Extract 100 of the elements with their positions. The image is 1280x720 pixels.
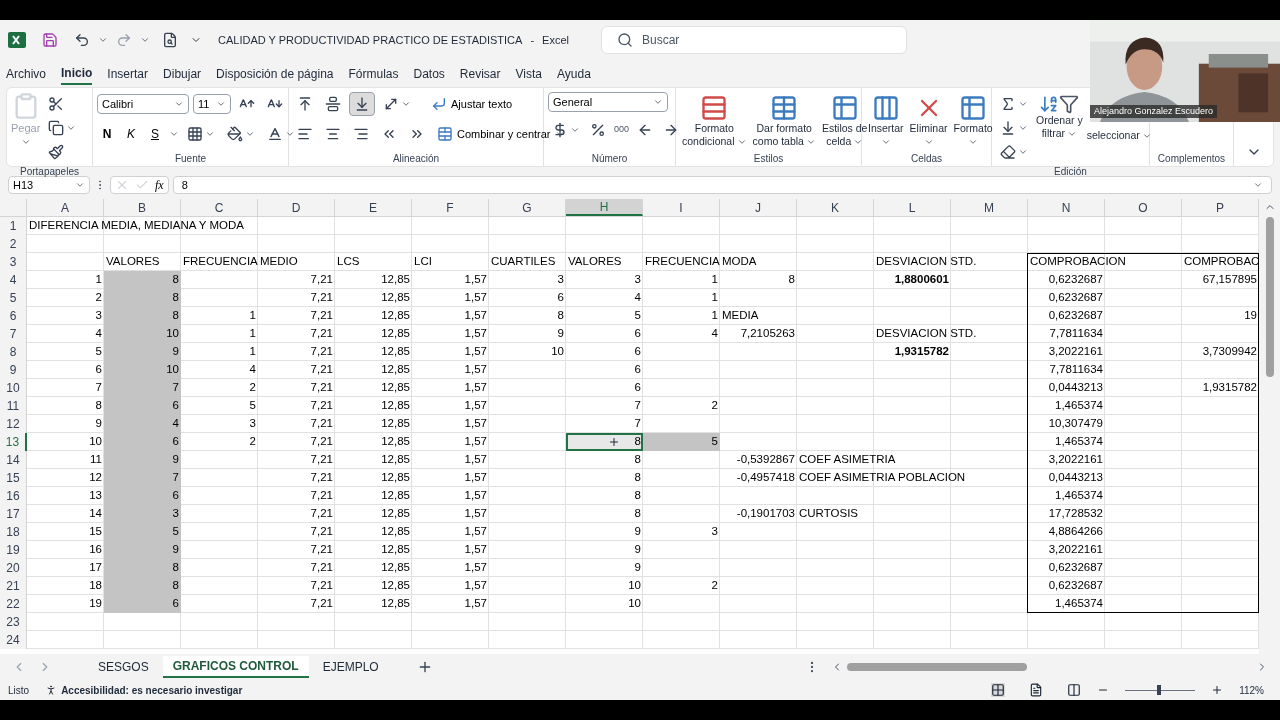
table-cell[interactable]: 7 xyxy=(566,415,643,433)
table-cell[interactable]: -0,1901703 xyxy=(720,505,797,523)
menu-tab[interactable]: Ayuda xyxy=(557,62,591,85)
table-cell[interactable]: 2 xyxy=(643,397,720,415)
table-cell[interactable]: 5 xyxy=(104,523,181,541)
table-cell[interactable]: 5 xyxy=(181,397,258,415)
table-cell[interactable]: 7,21 xyxy=(258,361,335,379)
table-cell[interactable]: 8 xyxy=(566,451,643,469)
menu-tab[interactable]: Inicio xyxy=(61,62,93,85)
sort-filter-button[interactable]: Ordenar y filtrar xyxy=(1034,92,1085,164)
table-cell[interactable]: 7,21 xyxy=(258,469,335,487)
table-cell[interactable]: 0,0443213 xyxy=(1028,379,1105,397)
row-header[interactable]: 18 xyxy=(0,523,27,541)
find-select-button[interactable]: seleccionar xyxy=(1086,128,1152,144)
table-cell[interactable]: 0,6232687 xyxy=(1028,577,1105,595)
table-cell[interactable]: 1 xyxy=(27,271,104,289)
table-cell[interactable]: 7,21 xyxy=(258,289,335,307)
row-header[interactable]: 11 xyxy=(0,397,27,415)
table-cell[interactable]: 7,21 xyxy=(258,379,335,397)
print-preview-icon[interactable] xyxy=(162,32,178,48)
menu-tab[interactable]: Insertar xyxy=(107,62,149,85)
column-header[interactable]: H xyxy=(566,199,643,216)
table-cell[interactable]: 1,57 xyxy=(412,487,489,505)
table-cell[interactable]: 12,85 xyxy=(335,433,412,451)
table-cell[interactable]: COMPROBACION xyxy=(1028,253,1182,271)
table-cell[interactable]: 12,85 xyxy=(335,343,412,361)
column-header[interactable]: B xyxy=(104,199,181,216)
table-cell[interactable]: MEDIO xyxy=(258,253,335,271)
table-cell[interactable]: 5 xyxy=(27,343,104,361)
table-cell[interactable]: 1 xyxy=(181,325,258,343)
table-cell[interactable]: 10 xyxy=(566,595,643,613)
table-cell[interactable]: 3,7309942 xyxy=(1182,343,1259,361)
table-cell[interactable]: 1 xyxy=(181,343,258,361)
table-cell[interactable]: 8 xyxy=(566,469,643,487)
table-cell[interactable]: 7,21 xyxy=(258,451,335,469)
table-cell[interactable]: 10 xyxy=(27,433,104,451)
table-cell[interactable]: 3 xyxy=(104,505,181,523)
table-cell[interactable]: 12,85 xyxy=(335,595,412,613)
sheet-tab[interactable]: SESGOS xyxy=(88,656,159,678)
table-cell[interactable]: 1,57 xyxy=(412,433,489,451)
table-cell[interactable]: 14 xyxy=(27,505,104,523)
menu-tab[interactable]: Vista xyxy=(515,62,542,85)
row-header[interactable]: 1 xyxy=(0,217,27,235)
style-button[interactable]: Dar formato como tabla xyxy=(750,92,818,148)
row-header[interactable]: 15 xyxy=(0,469,27,487)
menu-tab[interactable]: Archivo xyxy=(6,62,46,85)
table-cell[interactable]: 16 xyxy=(27,541,104,559)
table-cell[interactable]: 2 xyxy=(27,289,104,307)
table-cell[interactable]: 10 xyxy=(104,361,181,379)
table-cell[interactable]: 7,21 xyxy=(258,541,335,559)
row-header[interactable]: 10 xyxy=(0,379,27,397)
table-cell[interactable]: 1,57 xyxy=(412,577,489,595)
table-cell[interactable]: 1,465374 xyxy=(1028,397,1105,415)
table-cell[interactable]: 5 xyxy=(643,433,720,451)
row-header[interactable]: 20 xyxy=(0,559,27,577)
table-cell[interactable]: 12,85 xyxy=(335,325,412,343)
table-cell[interactable]: CUARTILES xyxy=(489,253,566,271)
row-header[interactable]: 21 xyxy=(0,577,27,595)
table-cell[interactable]: 1,465374 xyxy=(1028,487,1105,505)
table-cell[interactable]: 6 xyxy=(489,289,566,307)
table-cell[interactable]: 10 xyxy=(104,325,181,343)
table-cell[interactable]: 7,7811634 xyxy=(1028,325,1105,343)
row-header[interactable]: 2 xyxy=(0,235,27,253)
table-cell[interactable]: 9 xyxy=(489,325,566,343)
table-cell[interactable]: 1,57 xyxy=(412,343,489,361)
table-cell[interactable]: 4 xyxy=(27,325,104,343)
table-cell[interactable]: 1,57 xyxy=(412,559,489,577)
table-cell[interactable]: 1,9315782 xyxy=(1182,379,1259,397)
table-cell[interactable]: 12,85 xyxy=(335,505,412,523)
table-cell[interactable]: 4 xyxy=(181,361,258,379)
column-header[interactable]: D xyxy=(258,199,335,216)
table-cell[interactable]: 0,6232687 xyxy=(1028,271,1105,289)
save-icon[interactable] xyxy=(42,32,58,48)
thousands-button[interactable]: 000 xyxy=(612,123,632,137)
table-cell[interactable]: 6 xyxy=(566,379,643,397)
table-cell[interactable]: COEF ASIMETRIA POBLACION xyxy=(797,469,1028,487)
table-cell[interactable]: 7 xyxy=(104,379,181,397)
table-cell[interactable]: 6 xyxy=(566,343,643,361)
table-cell[interactable]: 3 xyxy=(566,271,643,289)
table-cell[interactable]: 1,57 xyxy=(412,451,489,469)
table-cell[interactable]: 12,85 xyxy=(335,415,412,433)
table-cell[interactable]: 8 xyxy=(104,271,181,289)
table-cell[interactable]: 3,2022161 xyxy=(1028,451,1105,469)
table-cell[interactable]: 12,85 xyxy=(335,307,412,325)
table-cell[interactable]: 6 xyxy=(104,487,181,505)
table-cell[interactable]: 8 xyxy=(104,289,181,307)
table-cell[interactable]: 1,57 xyxy=(412,307,489,325)
table-cell[interactable]: MODA xyxy=(720,253,874,271)
table-cell[interactable]: LCI xyxy=(412,253,489,271)
table-cell[interactable]: 17,728532 xyxy=(1028,505,1105,523)
table-cell[interactable]: 7,21 xyxy=(258,415,335,433)
zoom-slider-thumb[interactable] xyxy=(1156,685,1161,695)
table-cell[interactable]: 12 xyxy=(27,469,104,487)
table-cell[interactable]: COMPROBAC xyxy=(1182,253,1259,271)
row-header[interactable]: 17 xyxy=(0,505,27,523)
table-cell[interactable]: 1,57 xyxy=(412,289,489,307)
sheet-tab[interactable]: GRAFICOS CONTROL xyxy=(162,656,309,678)
table-cell[interactable]: 1,57 xyxy=(412,595,489,613)
table-cell[interactable]: 7,7811634 xyxy=(1028,361,1105,379)
table-cell[interactable]: 8 xyxy=(104,577,181,595)
